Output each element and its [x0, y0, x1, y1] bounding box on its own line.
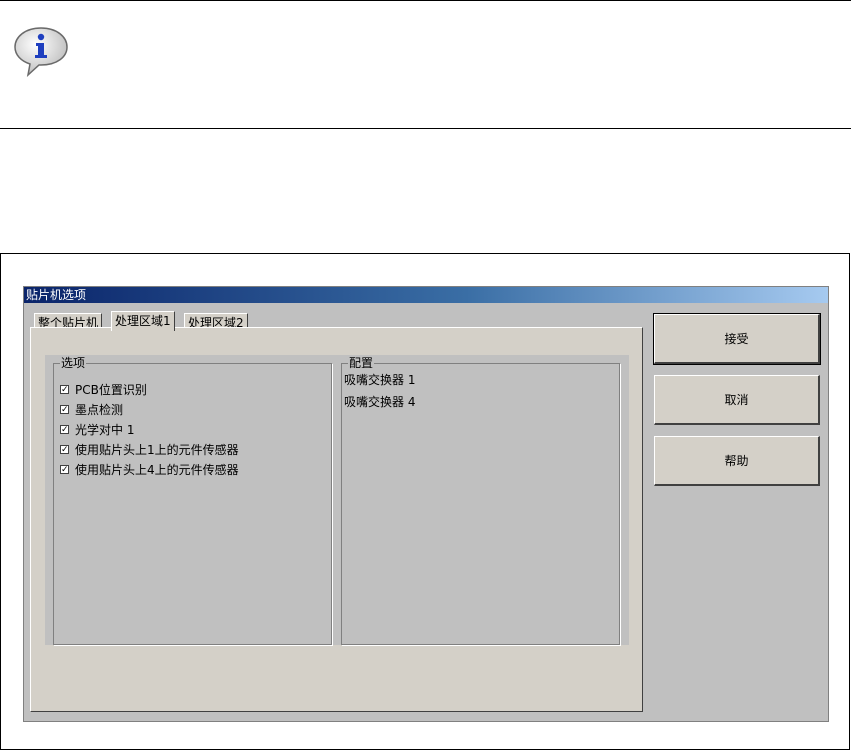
help-button[interactable]: 帮助 [654, 436, 820, 486]
top-rule [0, 0, 851, 1]
option-label: 使用贴片头上4上的元件传感器 [75, 463, 239, 477]
option-pcb-recognition[interactable]: PCB位置识别 [60, 382, 147, 398]
tab-content-area: 选项 PCB位置识别 墨点检测 光学对中 1 使用贴片头上1上的元件传感器 使用… [45, 355, 629, 645]
config-group-title: 配置 [348, 356, 375, 370]
config-item-nozzle-changer-4[interactable]: 吸嘴交换器 4 [344, 394, 415, 410]
option-label: 光学对中 1 [75, 423, 135, 437]
option-sensor-head-1[interactable]: 使用贴片头上1上的元件传感器 [60, 442, 239, 458]
checkbox-ink-spot-detection[interactable] [60, 402, 69, 418]
dialog-title: 贴片机选项 [24, 287, 828, 303]
options-group-title: 选项 [60, 356, 87, 370]
option-label: PCB位置识别 [75, 383, 147, 397]
option-ink-spot-detection[interactable]: 墨点检测 [60, 402, 123, 418]
option-label: 墨点检测 [75, 403, 124, 417]
config-group: 配置 吸嘴交换器 1 吸嘴交换器 4 [341, 356, 620, 645]
cancel-button[interactable]: 取消 [654, 375, 820, 425]
config-item-nozzle-changer-1[interactable]: 吸嘴交换器 1 [344, 372, 415, 388]
checkbox-pcb-recognition[interactable] [60, 382, 69, 398]
option-label: 使用贴片头上1上的元件传感器 [75, 443, 239, 457]
checkbox-sensor-head-1[interactable] [60, 442, 69, 458]
info-icon [14, 27, 68, 77]
checkbox-optical-centering[interactable] [60, 422, 69, 438]
accept-button[interactable]: 接受 [653, 313, 821, 365]
checkbox-sensor-head-4[interactable] [60, 462, 69, 478]
option-sensor-head-4[interactable]: 使用贴片头上4上的元件传感器 [60, 462, 239, 478]
tab-process-area-1[interactable]: 处理区域1 [111, 311, 175, 331]
options-group: 选项 PCB位置识别 墨点检测 光学对中 1 使用贴片头上1上的元件传感器 使用… [53, 356, 332, 645]
bottom-rule [0, 128, 851, 129]
option-optical-centering[interactable]: 光学对中 1 [60, 422, 134, 438]
